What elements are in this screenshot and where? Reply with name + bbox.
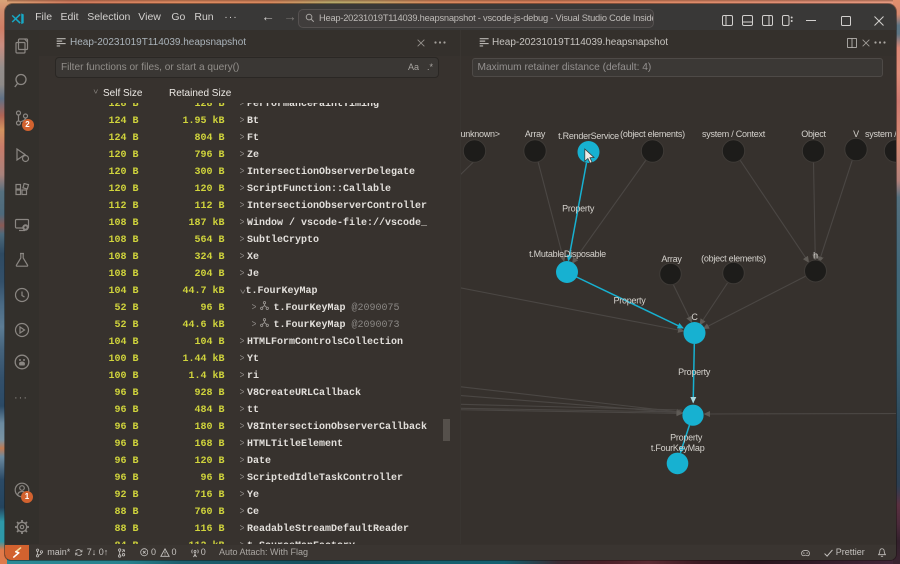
svg-text:Array: Array xyxy=(525,129,546,139)
svg-text:system / Context: system / Context xyxy=(702,129,766,139)
svg-text:t.MutableDisposable: t.MutableDisposable xyxy=(529,249,606,259)
svg-text:Property: Property xyxy=(670,433,703,443)
svg-text:(object elements): (object elements) xyxy=(701,254,766,264)
svg-text:(object elements): (object elements) xyxy=(620,129,685,139)
svg-text:Property: Property xyxy=(613,296,646,306)
svg-text:Array: Array xyxy=(661,254,682,264)
svg-text:C: C xyxy=(691,312,698,322)
svg-text:Property: Property xyxy=(562,204,595,214)
svg-text:h: h xyxy=(813,251,818,261)
svg-text:V: V xyxy=(853,129,859,139)
svg-text:t.FourKeyMap: t.FourKeyMap xyxy=(651,443,705,453)
svg-text:system / C: system / C xyxy=(865,129,896,139)
svg-text:Property: Property xyxy=(678,367,711,377)
svg-text:t.RenderService: t.RenderService xyxy=(558,131,619,141)
svg-text:unknown>: unknown> xyxy=(461,129,500,139)
svg-text:Object: Object xyxy=(801,129,826,139)
